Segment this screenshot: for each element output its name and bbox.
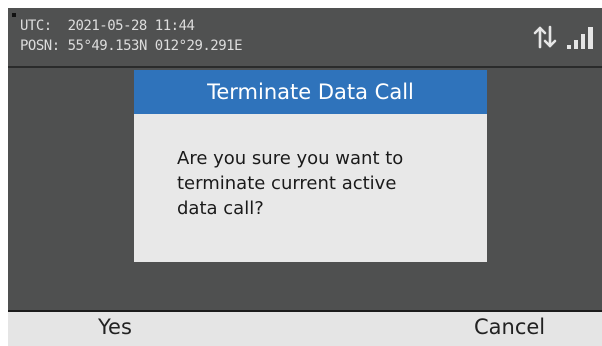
indicator-dot xyxy=(12,13,16,17)
screen: UTC: 2021-05-28 11:44 POSN: 55°49.153N 0… xyxy=(8,8,602,310)
dialog-message: Are you sure you want to terminate curre… xyxy=(177,146,477,221)
device-frame: UTC: 2021-05-28 11:44 POSN: 55°49.153N 0… xyxy=(0,0,602,346)
dialog-message-line: Are you sure you want to xyxy=(177,148,404,169)
dialog-message-line: data call? xyxy=(177,198,264,219)
data-transfer-arrows-icon xyxy=(533,25,557,49)
status-icons xyxy=(532,22,596,50)
terminate-data-call-dialog: Terminate Data Call Are you sure you wan… xyxy=(134,70,487,262)
utc-line: UTC: 2021-05-28 11:44 xyxy=(20,18,195,34)
yes-softkey[interactable]: Yes xyxy=(98,315,132,339)
softkey-bar: Yes Cancel xyxy=(8,310,602,346)
posn-value: 55°49.153N 012°29.291E xyxy=(67,38,243,54)
position-line: POSN: 55°49.153N 012°29.291E xyxy=(20,38,243,54)
dialog-title: Terminate Data Call xyxy=(134,70,487,114)
dialog-message-line: terminate current active xyxy=(177,173,397,194)
utc-label: UTC: xyxy=(20,18,52,34)
status-bar: UTC: 2021-05-28 11:44 POSN: 55°49.153N 0… xyxy=(8,8,602,68)
cancel-softkey[interactable]: Cancel xyxy=(474,315,545,339)
signal-strength-icon xyxy=(567,27,593,49)
posn-label: POSN: xyxy=(20,38,60,54)
utc-value: 2021-05-28 11:44 xyxy=(67,18,195,34)
